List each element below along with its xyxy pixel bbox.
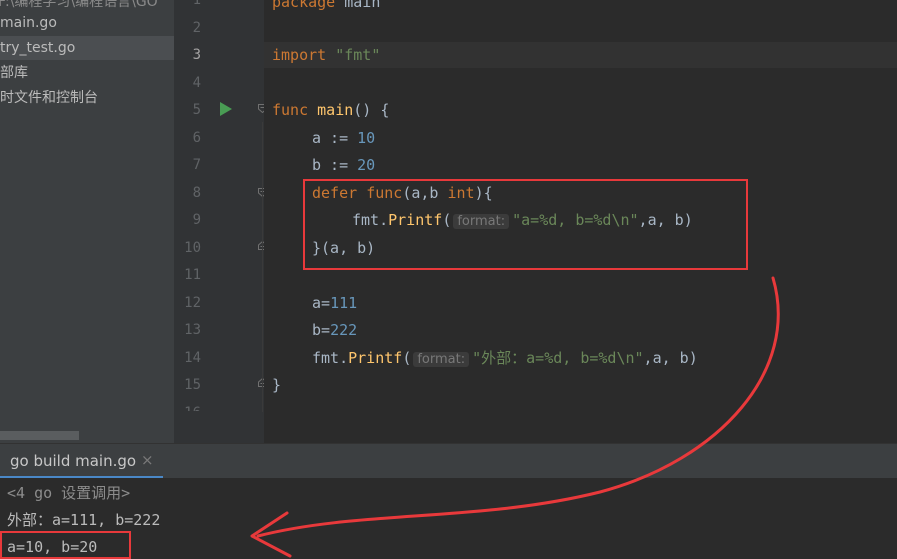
annotation-arrow (250, 276, 780, 558)
